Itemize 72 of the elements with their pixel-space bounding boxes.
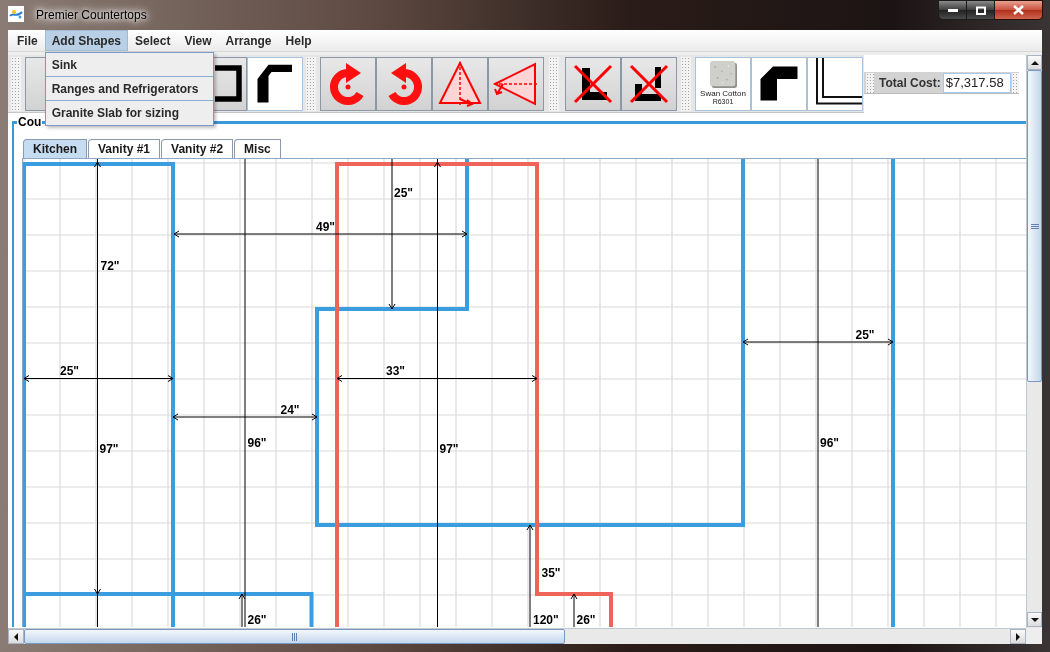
dimension-label: 25" <box>855 328 875 342</box>
tab[interactable]: Misc <box>234 139 281 158</box>
delete-l-shape-icon <box>573 63 613 104</box>
scroll-up-button[interactable] <box>1027 55 1042 70</box>
dropdown-item[interactable]: Granite Slab for sizing <box>45 101 213 125</box>
menu-item[interactable]: Help <box>278 30 319 51</box>
flip-vertical-icon <box>493 61 539 106</box>
minimize-icon <box>947 8 958 12</box>
menu-item[interactable]: Arrange <box>218 30 279 51</box>
dimension-label: 49" <box>316 220 336 234</box>
menu-item[interactable]: View <box>177 30 219 51</box>
maximize-icon <box>975 5 986 15</box>
scroll-left-button[interactable] <box>8 629 24 644</box>
dimension-label: 33" <box>386 363 406 378</box>
dimension-label: 96" <box>247 436 267 450</box>
menu-item[interactable]: File <box>10 30 45 51</box>
total-cost-label: Total Cost: <box>879 74 941 92</box>
double-corner-lines-icon <box>816 57 862 105</box>
toolbar-button[interactable] <box>751 56 807 111</box>
delete-corner-shape-icon <box>629 63 669 104</box>
toolbar-button[interactable] <box>621 56 677 111</box>
dimension-label: 97" <box>439 442 459 456</box>
right-arrow-icon <box>1016 632 1020 641</box>
dimension-label: 96" <box>820 436 840 450</box>
dimension-label: 25" <box>394 185 414 200</box>
down-arrow-icon <box>1030 617 1039 622</box>
dimension-label: 25" <box>60 363 80 378</box>
toolbar-grip[interactable] <box>681 56 691 111</box>
minimize-button[interactable] <box>938 0 967 20</box>
dimension-label: 72" <box>100 259 120 273</box>
app-icon <box>8 6 24 22</box>
grip-icon <box>292 632 297 641</box>
toolbar-grip[interactable] <box>11 56 21 111</box>
toolbar-grip[interactable] <box>866 72 874 93</box>
menu-item[interactable]: Select <box>128 30 178 51</box>
toolbar-grip[interactable] <box>549 56 559 111</box>
dimension-label: 35" <box>541 566 561 580</box>
toolbar-button[interactable] <box>247 56 303 111</box>
close-icon <box>1013 5 1024 15</box>
flip-horizontal-icon <box>438 60 482 107</box>
up-arrow-icon <box>1030 60 1039 65</box>
dimension-label: 26" <box>247 613 267 627</box>
dimension-label: 26" <box>576 613 596 627</box>
granite-swatch-icon <box>709 61 737 88</box>
maximize-button[interactable] <box>967 0 995 20</box>
scrollbar-thumb[interactable] <box>24 629 565 644</box>
tab[interactable]: Kitchen <box>23 139 87 158</box>
dimension-label: 97" <box>99 442 119 456</box>
grip-icon <box>1030 223 1039 229</box>
close-button[interactable] <box>995 0 1043 20</box>
beveled-corner-icon <box>760 66 798 101</box>
u-shape-icon <box>215 65 242 102</box>
menu-item[interactable]: Add Shapes <box>44 30 129 51</box>
toolbar-button[interactable] <box>807 56 863 111</box>
toolbar-grip[interactable] <box>1011 72 1019 93</box>
tab[interactable]: Vanity #2 <box>161 139 234 158</box>
dimension-line <box>570 593 578 627</box>
left-arrow-icon <box>14 632 18 641</box>
horizontal-scrollbar[interactable] <box>8 628 1026 644</box>
scroll-right-button[interactable] <box>1010 629 1026 644</box>
toolbar-grip[interactable] <box>306 56 316 111</box>
total-cost-field[interactable]: $7,317.58 <box>942 72 1011 93</box>
toolbar-button[interactable] <box>565 56 621 111</box>
dimension-label: 24" <box>280 402 300 417</box>
window-title: Premier Countertops <box>36 8 147 22</box>
vertical-scrollbar[interactable] <box>1026 55 1042 628</box>
panel-title: Cou <box>17 115 43 129</box>
scroll-down-button[interactable] <box>1027 612 1042 627</box>
scrollbar-thumb[interactable] <box>1027 70 1042 382</box>
corner-shape-icon <box>257 64 293 103</box>
tab[interactable]: Vanity #1 <box>88 139 161 158</box>
dimension-label: 120" <box>533 613 559 627</box>
